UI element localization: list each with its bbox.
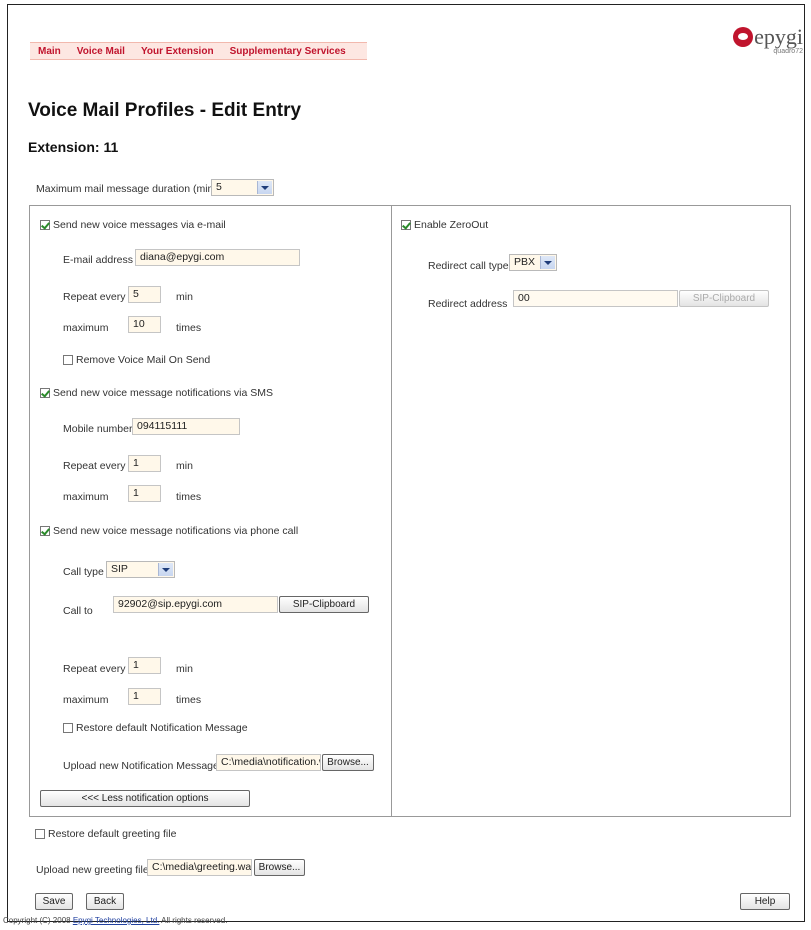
logo-word: epygi xyxy=(754,24,803,49)
call-to-label: Call to xyxy=(63,605,93,617)
redirect-type-select[interactable]: PBX xyxy=(509,254,557,271)
sms-checkbox[interactable] xyxy=(40,388,50,398)
sms-checkbox-label: Send new voice message notifications via… xyxy=(53,387,274,399)
copyright-suffix: All rights reserved. xyxy=(159,916,228,925)
call-type-label: Call type xyxy=(63,566,104,578)
max-duration-value: 5 xyxy=(216,181,222,193)
redirect-type-value: PBX xyxy=(514,256,536,268)
sms-repeat-unit: min xyxy=(176,460,193,472)
less-options-button[interactable]: <<< Less notification options xyxy=(40,790,250,807)
max-duration-label: Maximum mail message duration (min) xyxy=(36,183,217,195)
redirect-address-input[interactable]: 00 xyxy=(513,290,678,307)
restore-notification-label: Restore default Notification Message xyxy=(76,722,248,734)
save-button[interactable]: Save xyxy=(35,893,73,910)
logo-e-icon xyxy=(733,27,754,47)
sms-max-label: maximum xyxy=(63,491,109,503)
upload-notification-input[interactable]: C:\media\notification.wav xyxy=(216,754,321,771)
nav-voice-mail[interactable]: Voice Mail xyxy=(77,46,125,57)
email-checkbox[interactable] xyxy=(40,220,50,230)
copyright-prefix: Copyright (C) 2008 xyxy=(3,916,73,925)
mobile-number-label: Mobile number xyxy=(63,423,133,435)
email-repeat-label: Repeat every xyxy=(63,291,126,303)
sip-clipboard-button[interactable]: SIP-Clipboard xyxy=(279,596,369,613)
chevron-down-icon xyxy=(158,563,173,576)
max-duration-select[interactable]: 5 xyxy=(211,179,274,196)
company-link[interactable]: Epygi Technologies, Ltd. xyxy=(73,916,160,925)
sms-repeat-input[interactable]: 1 xyxy=(128,455,161,472)
sms-repeat-label: Repeat every xyxy=(63,460,126,472)
restore-notification-checkbox[interactable] xyxy=(63,723,73,733)
redirect-address-label: Redirect address xyxy=(428,298,508,310)
restore-greeting-label: Restore default greeting file xyxy=(48,828,177,840)
phone-max-unit: times xyxy=(176,694,202,706)
restore-greeting-checkbox[interactable] xyxy=(35,829,45,839)
sms-max-input[interactable]: 1 xyxy=(128,485,161,502)
phone-max-label: maximum xyxy=(63,694,109,706)
email-repeat-unit: min xyxy=(176,291,193,303)
phone-repeat-input[interactable]: 1 xyxy=(128,657,161,674)
epygi-logo: epygi quadro72 xyxy=(733,24,803,55)
email-max-label: maximum xyxy=(63,322,109,334)
email-address-input[interactable]: diana@epygi.com xyxy=(135,249,300,266)
extension-heading: Extension: 11 xyxy=(28,139,119,155)
call-type-select[interactable]: SIP xyxy=(106,561,175,578)
top-nav: Main Voice Mail Your Extension Supplemen… xyxy=(30,42,367,60)
email-address-label: E-mail address xyxy=(63,254,134,266)
browse-notification-button[interactable]: Browse... xyxy=(322,754,374,771)
upload-greeting-input[interactable]: C:\media\greeting.wav xyxy=(147,859,252,876)
phone-call-checkbox-label: Send new voice message notifications via… xyxy=(53,525,299,537)
nav-your-extension[interactable]: Your Extension xyxy=(141,46,214,57)
back-button[interactable]: Back xyxy=(86,893,124,910)
mobile-number-input[interactable]: 094115111 xyxy=(132,418,240,435)
phone-call-checkbox[interactable] xyxy=(40,526,50,536)
nav-supplementary-services[interactable]: Supplementary Services xyxy=(230,46,346,57)
call-to-input[interactable]: 92902@sip.epygi.com xyxy=(113,596,278,613)
sms-max-unit: times xyxy=(176,491,202,503)
phone-max-input[interactable]: 1 xyxy=(128,688,161,705)
upload-notification-label: Upload new Notification Message xyxy=(63,760,219,772)
zeroout-checkbox-label: Enable ZeroOut xyxy=(414,219,489,231)
phone-repeat-unit: min xyxy=(176,663,193,675)
page-title: Voice Mail Profiles - Edit Entry xyxy=(28,100,302,121)
upload-greeting-label: Upload new greeting file xyxy=(36,864,149,876)
phone-repeat-label: Repeat every xyxy=(63,663,126,675)
chevron-down-icon xyxy=(540,256,555,269)
email-max-input[interactable]: 10 xyxy=(128,316,161,333)
copyright: Copyright (C) 2008 Epygi Technologies, L… xyxy=(3,916,227,925)
browse-greeting-button[interactable]: Browse... xyxy=(254,859,305,876)
remove-voicemail-checkbox[interactable] xyxy=(63,355,73,365)
email-checkbox-label: Send new voice messages via e-mail xyxy=(53,219,226,231)
email-max-unit: times xyxy=(176,322,202,334)
redirect-type-label: Redirect call type xyxy=(428,260,509,272)
nav-main[interactable]: Main xyxy=(38,46,61,57)
call-type-value: SIP xyxy=(111,563,128,575)
zeroout-sip-clipboard-button[interactable]: SIP-Clipboard xyxy=(679,290,769,307)
chevron-down-icon xyxy=(257,181,272,194)
remove-voicemail-label: Remove Voice Mail On Send xyxy=(76,354,211,366)
email-repeat-input[interactable]: 5 xyxy=(128,286,161,303)
zeroout-checkbox[interactable] xyxy=(401,220,411,230)
help-button[interactable]: Help xyxy=(740,893,790,910)
